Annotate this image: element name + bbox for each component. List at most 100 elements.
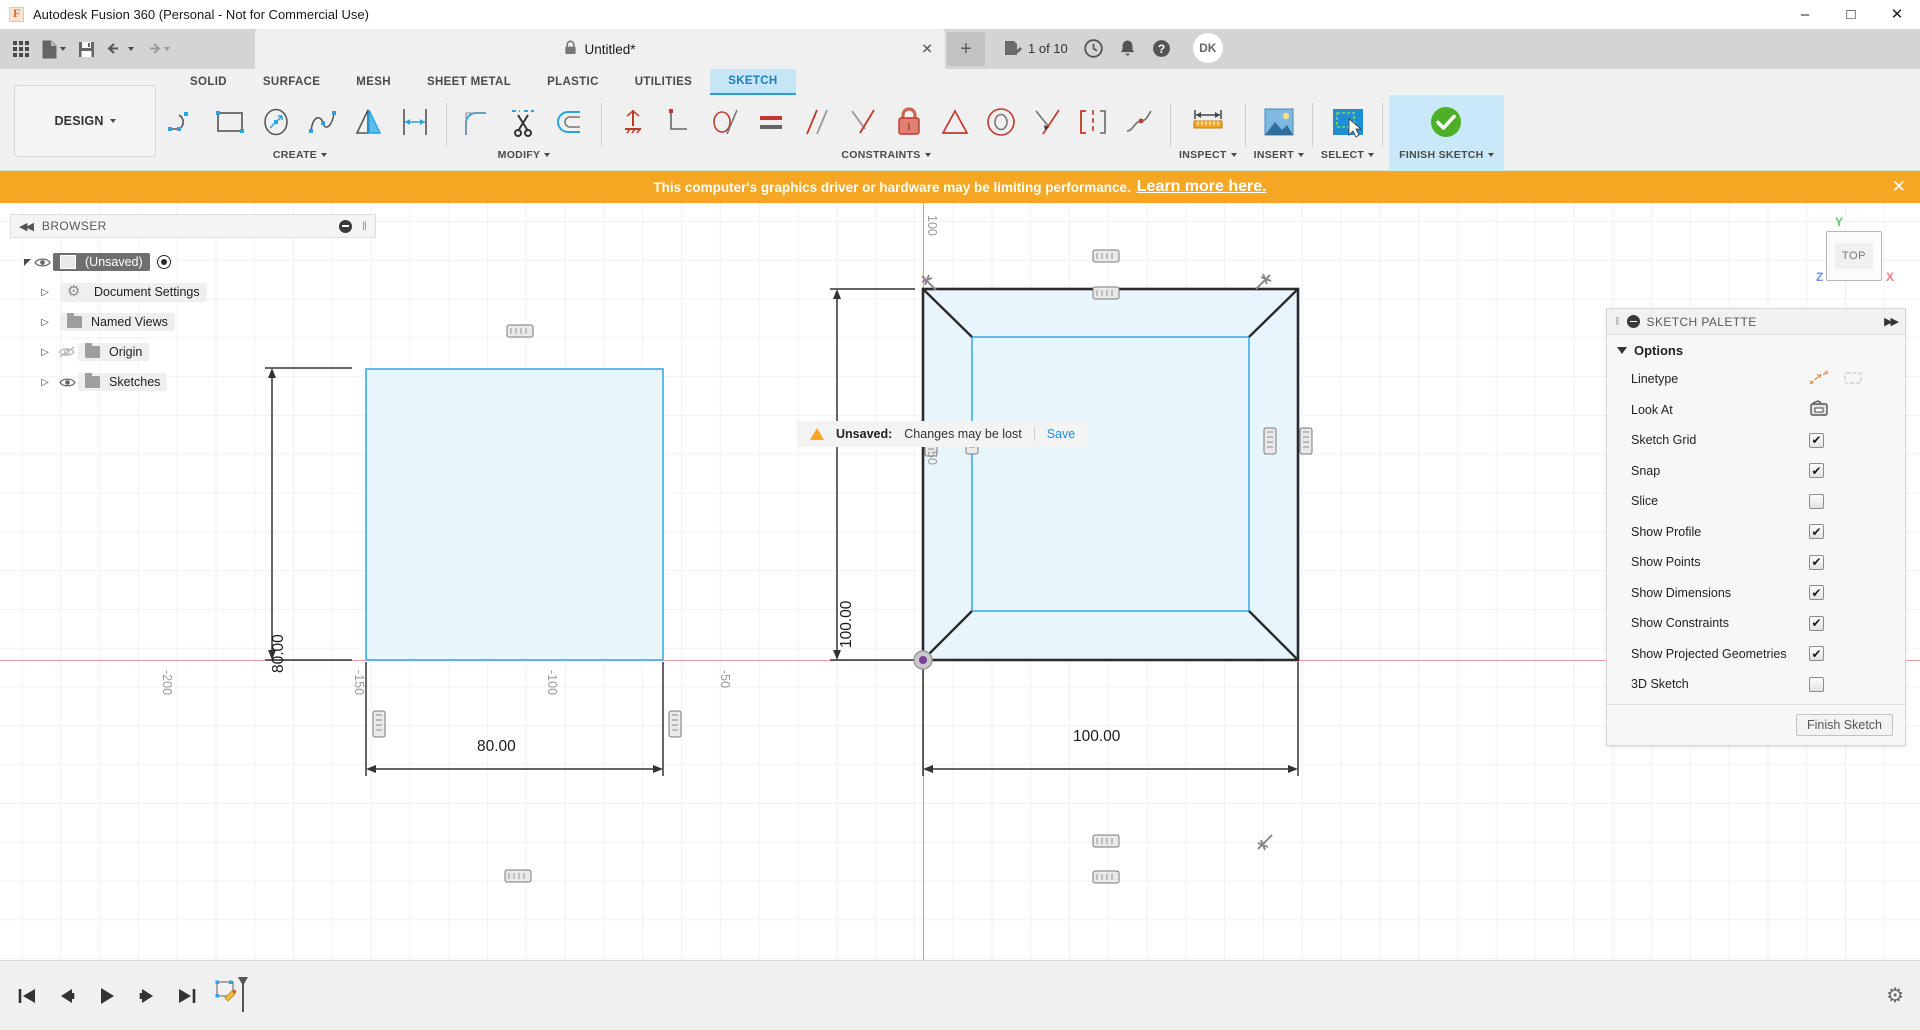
dimension-text-left-width[interactable]: 80.00 bbox=[477, 738, 516, 756]
offset-icon[interactable] bbox=[547, 96, 593, 148]
browser-item-named-views-label[interactable]: Named Views bbox=[60, 313, 175, 331]
rectangle-icon[interactable] bbox=[208, 96, 254, 148]
step-forward-icon[interactable] bbox=[134, 983, 160, 1009]
bell-icon[interactable] bbox=[1119, 39, 1136, 58]
document-tab[interactable]: Untitled* ✕ bbox=[255, 29, 945, 69]
circle-icon[interactable] bbox=[254, 96, 300, 148]
tab-solid[interactable]: SOLID bbox=[172, 69, 245, 95]
learn-more-link[interactable]: Learn more here. bbox=[1137, 178, 1267, 196]
snap-checkbox[interactable]: ✔ bbox=[1809, 463, 1824, 479]
browser-item-named-views[interactable]: ▷ Named Views bbox=[14, 307, 374, 337]
go-to-end-icon[interactable] bbox=[174, 983, 200, 1009]
browser-item-document-settings[interactable]: ▷ ⚙ Document Settings bbox=[14, 277, 374, 307]
tab-utilities[interactable]: UTILITIES bbox=[617, 69, 710, 95]
select-window-icon[interactable] bbox=[1325, 96, 1371, 148]
curvature-icon[interactable] bbox=[1116, 96, 1162, 148]
show-constraints-checkbox[interactable]: ✔ bbox=[1809, 615, 1824, 631]
finish-sketch-button[interactable]: Finish Sketch bbox=[1795, 713, 1893, 736]
app-grid-icon[interactable] bbox=[6, 34, 36, 64]
grip-icon[interactable]: ‖ bbox=[362, 219, 367, 233]
activate-radio-icon[interactable] bbox=[156, 255, 171, 269]
line-icon[interactable] bbox=[162, 96, 208, 148]
slice-checkbox[interactable]: ✔ bbox=[1809, 493, 1824, 509]
offset-distance-icon[interactable] bbox=[392, 96, 438, 148]
browser-item-origin-label[interactable]: Origin bbox=[78, 343, 150, 361]
eye-hidden-icon[interactable] bbox=[56, 346, 78, 358]
sketch-canvas[interactable]: 80.00 80.00 100.00 100.00 -200 -150 -100… bbox=[0, 203, 1920, 960]
help-icon[interactable]: ? bbox=[1152, 39, 1171, 58]
view-cube-face-top[interactable]: TOP bbox=[1835, 243, 1873, 269]
horizontal-vertical-icon[interactable] bbox=[610, 96, 656, 148]
chevron-right-icon[interactable]: ▷ bbox=[38, 317, 52, 328]
parallel-icon[interactable] bbox=[794, 96, 840, 148]
workspace-switcher[interactable]: DESIGN bbox=[14, 85, 156, 157]
midpoint-icon[interactable] bbox=[932, 96, 978, 148]
go-to-beginning-icon[interactable] bbox=[14, 983, 40, 1009]
minimize-button[interactable]: – bbox=[1782, 0, 1828, 29]
measure-icon[interactable] bbox=[1185, 96, 1231, 148]
show-dimensions-checkbox[interactable]: ✔ bbox=[1809, 585, 1824, 601]
collapse-left-icon[interactable]: ◀◀ bbox=[19, 220, 34, 233]
dimension-text-left-height[interactable]: 80.00 bbox=[270, 634, 288, 673]
tab-sheet-metal[interactable]: SHEET METAL bbox=[409, 69, 529, 95]
options-section-header[interactable]: Options bbox=[1607, 343, 1905, 364]
tab-surface[interactable]: SURFACE bbox=[245, 69, 338, 95]
browser-item-sketches[interactable]: ▷ Sketches bbox=[14, 367, 374, 397]
eye-visible-icon[interactable] bbox=[31, 257, 53, 268]
browser-item-document-settings-label[interactable]: ⚙ Document Settings bbox=[60, 282, 207, 302]
show-points-checkbox[interactable]: ✔ bbox=[1809, 554, 1824, 570]
browser-item-sketches-label[interactable]: Sketches bbox=[78, 373, 168, 391]
show-profile-checkbox[interactable]: ✔ bbox=[1809, 524, 1824, 540]
history-icon[interactable] bbox=[1084, 38, 1103, 58]
minimize-panel-icon[interactable] bbox=[1626, 315, 1640, 328]
ribbon-group-finish-sketch[interactable]: FINISH SKETCH bbox=[1389, 95, 1504, 171]
save-link[interactable]: Save bbox=[1047, 427, 1076, 441]
dimension-text-right-height[interactable]: 100.00 bbox=[838, 601, 856, 648]
save-icon[interactable] bbox=[71, 34, 101, 64]
sketch-grid-checkbox[interactable]: ✔ bbox=[1809, 432, 1824, 448]
expand-triangle-icon[interactable] bbox=[24, 258, 31, 266]
show-projected-geometries-checkbox[interactable]: ✔ bbox=[1809, 646, 1824, 662]
close-window-button[interactable]: ✕ bbox=[1874, 0, 1920, 29]
chevron-right-icon[interactable]: ▷ bbox=[38, 287, 52, 298]
avatar[interactable]: DK bbox=[1192, 33, 1223, 63]
finish-sketch-check-icon[interactable] bbox=[1423, 96, 1469, 148]
view-cube-box[interactable]: TOP bbox=[1826, 231, 1882, 281]
collinear-icon[interactable] bbox=[840, 96, 886, 148]
new-document-icon[interactable] bbox=[38, 34, 69, 64]
close-icon[interactable]: ✕ bbox=[921, 41, 933, 58]
eye-visible-icon[interactable] bbox=[56, 377, 78, 388]
tangent-icon[interactable] bbox=[702, 96, 748, 148]
insert-image-icon[interactable] bbox=[1256, 96, 1302, 148]
tab-mesh[interactable]: MESH bbox=[338, 69, 409, 95]
browser-item-unsaved-label[interactable]: (Unsaved) bbox=[53, 253, 150, 271]
new-tab-button[interactable]: + bbox=[947, 32, 985, 66]
tab-sketch[interactable]: SKETCH bbox=[710, 69, 796, 95]
3d-sketch-checkbox[interactable]: ✔ bbox=[1809, 676, 1824, 692]
grip-icon[interactable]: ‖ bbox=[1615, 316, 1620, 328]
trim-icon[interactable] bbox=[501, 96, 547, 148]
equal-icon[interactable] bbox=[748, 96, 794, 148]
chevron-right-icon[interactable]: ▷ bbox=[38, 347, 52, 358]
browser-item-origin[interactable]: ▷ Origin bbox=[14, 337, 374, 367]
look-at-icon[interactable] bbox=[1809, 399, 1829, 420]
close-icon[interactable]: ✕ bbox=[1892, 177, 1906, 197]
settings-gear-icon[interactable]: ⚙ bbox=[1886, 983, 1920, 1008]
perpendicular-icon[interactable] bbox=[656, 96, 702, 148]
undo-icon[interactable] bbox=[103, 34, 137, 64]
dimension-text-right-width[interactable]: 100.00 bbox=[1073, 728, 1120, 746]
play-icon[interactable] bbox=[94, 983, 120, 1009]
construction-line-icon[interactable] bbox=[1809, 370, 1829, 389]
maximize-button[interactable]: □ bbox=[1828, 0, 1874, 29]
mirror-icon[interactable] bbox=[346, 96, 392, 148]
redo-icon[interactable] bbox=[139, 34, 173, 64]
step-back-icon[interactable] bbox=[54, 983, 80, 1009]
minimize-panel-icon[interactable] bbox=[339, 219, 353, 233]
job-status[interactable]: 1 of 10 bbox=[1003, 39, 1068, 57]
fix-lock-icon[interactable] bbox=[886, 96, 932, 148]
fillet-icon[interactable] bbox=[455, 96, 501, 148]
concentric-icon[interactable] bbox=[978, 96, 1024, 148]
spline-icon[interactable] bbox=[300, 96, 346, 148]
sketch-timeline-marker-icon[interactable] bbox=[214, 976, 250, 1016]
centerline-icon[interactable] bbox=[1843, 370, 1863, 389]
